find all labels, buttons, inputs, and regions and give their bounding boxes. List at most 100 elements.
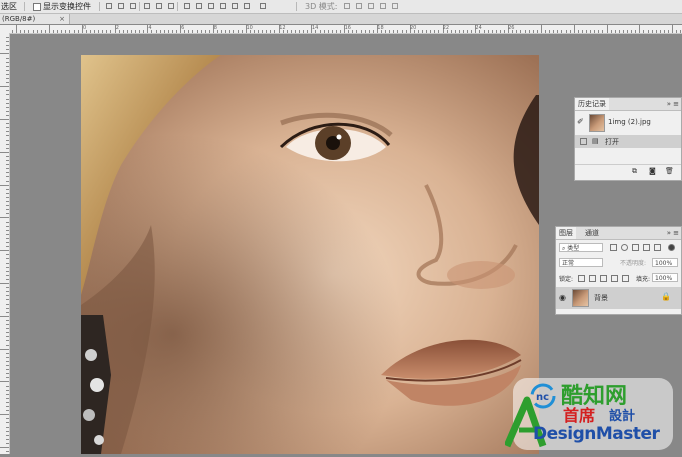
ruler-tick [405,30,407,33]
3d-scale-icon[interactable] [392,3,398,9]
tab-history[interactable]: 历史记录 [575,98,609,110]
opacity-field[interactable]: 100% [652,258,678,267]
ruler-tick [499,30,501,33]
ruler-tick [438,30,440,33]
ruler-tick [6,123,9,125]
3d-roll-icon[interactable] [356,3,362,9]
layers-panel-header: 图层 通道 » ≡ [556,227,681,240]
ruler-tick [393,30,395,33]
filter-pixel-icon[interactable] [610,244,617,251]
panel-menu-icon[interactable]: ≡ [673,227,679,239]
ruler-tick [6,287,9,289]
ruler-tick [540,25,542,33]
distribute-vcenter-icon[interactable] [196,3,202,9]
fill-label: 填充: [636,276,651,283]
ruler-tick [6,73,9,75]
distribute-hcenter-icon[interactable] [232,3,238,9]
ruler-tick [6,78,9,79]
document-tab[interactable]: (RGB/8#) × [0,14,70,24]
distribute-left-icon[interactable] [220,3,226,9]
options-bar: 选区 显示变换控件 3D 模式: [0,0,682,14]
vertical-ruler[interactable] [0,33,10,454]
history-brush-icon[interactable]: ✐ [577,117,584,126]
auto-align-icon[interactable] [260,3,266,9]
filter-shape-icon[interactable] [643,244,650,251]
ruler-tick [680,30,682,33]
filter-smart-object-icon[interactable] [654,244,661,251]
snapshot-camera-icon[interactable]: ◙ [649,167,656,175]
divider [99,2,100,11]
ruler-tick [6,209,9,211]
filter-adjustment-icon[interactable] [621,244,628,251]
trash-icon[interactable]: 🗑 [665,167,674,175]
ruler-tick [6,360,9,362]
ruler-tick [6,356,9,358]
history-snapshot-row[interactable]: ✐ 1img (2).jpg [575,112,681,134]
align-top-icon[interactable] [106,3,112,9]
ruler-tick [614,30,616,33]
layers-panel: 图层 通道 » ≡ ⌕ 类型 正常 不透明度: 100% 锁定: 填充: 100… [555,226,682,315]
ruler-tick [73,30,75,33]
lock-artboard-icon[interactable] [611,275,618,282]
align-bottom-icon[interactable] [130,3,136,9]
lock-position-icon[interactable] [600,275,607,282]
lock-all-icon[interactable] [622,275,629,282]
3d-slide-icon[interactable] [380,3,386,9]
lock-row: 锁定: 填充: 100% [556,272,681,284]
ruler-tick [0,315,9,317]
show-transform-controls-checkbox[interactable] [33,3,41,11]
eye-visibility-icon[interactable]: ◉ [559,293,566,302]
horizontal-ruler[interactable]: 0 2 4 6 8 10 12 14 16 18 20 22 24 26 [0,25,682,34]
3d-rotate-icon[interactable] [344,3,350,9]
distribute-top-icon[interactable] [184,3,190,9]
ruler-tick [364,30,366,33]
align-right-icon[interactable] [168,3,174,9]
ruler-tick [200,30,202,33]
filter-toggle-icon[interactable] [668,244,675,251]
ruler-tick [618,30,620,33]
ruler-tick [143,30,145,33]
filter-type-icon[interactable] [632,244,639,251]
3d-pan-icon[interactable] [368,3,374,9]
filter-kind-select[interactable]: ⌕ 类型 [559,243,603,252]
document-canvas[interactable] [81,55,539,454]
ruler-tick [655,30,657,33]
history-step-row[interactable]: ▤ 打开 [575,135,681,148]
ruler-label: 8 [213,25,217,31]
ruler-tick [590,30,592,33]
distribute-bottom-icon[interactable] [208,3,214,9]
ruler-tick [208,30,210,33]
align-hcenter-icon[interactable] [156,3,162,9]
ruler-tick [6,135,9,137]
ruler-tick [6,164,9,166]
tab-layers[interactable]: 图层 [556,227,576,239]
ruler-tick [122,30,124,33]
ruler-tick [69,30,71,33]
ruler-tick [6,176,9,178]
ruler-tick [532,30,534,33]
fill-field[interactable]: 100% [652,273,678,282]
lock-pixels-icon[interactable] [589,275,596,282]
panel-collapse-icon[interactable]: » [667,227,671,239]
lock-transparent-icon[interactable] [578,275,585,282]
distribute-right-icon[interactable] [244,3,250,9]
layer-row-background[interactable]: ◉ 背景 🔒 [556,287,681,309]
panel-menu-icon[interactable]: ≡ [673,98,679,110]
close-tab-icon[interactable]: × [59,14,65,24]
blend-mode-select[interactable]: 正常 [559,258,603,267]
panel-collapse-icon[interactable]: » [667,98,671,110]
history-step-checkbox[interactable] [580,138,587,145]
ruler-tick [389,30,391,33]
ruler-label: 10 [246,25,253,31]
align-left-icon[interactable] [144,3,150,9]
ruler-tick [184,30,186,33]
ruler-tick [24,30,26,33]
new-document-from-state-icon[interactable]: ⧉ [632,167,637,176]
divider [177,2,178,11]
ruler-tick [6,49,9,51]
align-vcenter-icon[interactable] [118,3,124,9]
ruler-label: 20 [410,25,417,31]
ruler-tick [319,30,321,33]
tab-channels[interactable]: 通道 [582,227,602,239]
ruler-tick [6,147,9,149]
